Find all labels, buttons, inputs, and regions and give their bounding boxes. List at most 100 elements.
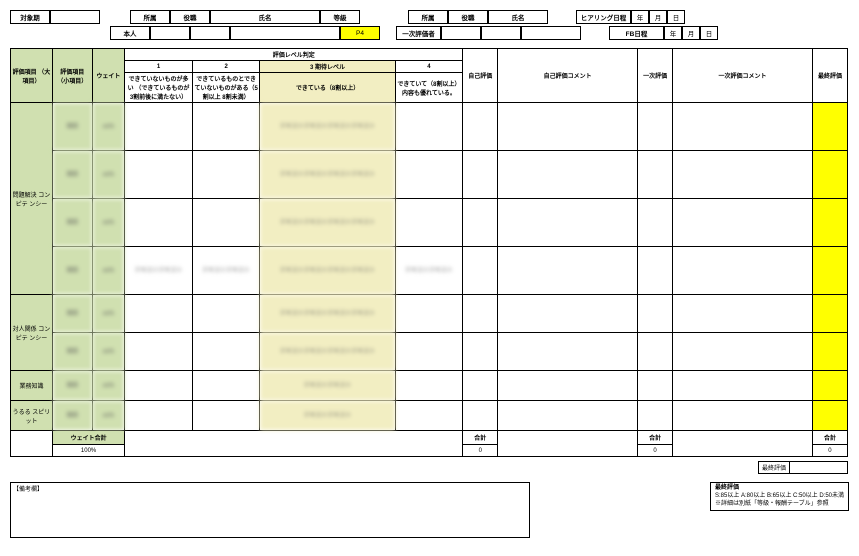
primary-eval-cell[interactable] bbox=[638, 333, 673, 371]
legend-box: 最終評価 S:85以上 A:80以上 B:65以上 C:50以上 D:50未満 … bbox=[710, 482, 849, 511]
level1-cell bbox=[125, 295, 193, 333]
level1-cell bbox=[125, 333, 193, 371]
level-3-header: 3 期待レベル bbox=[260, 61, 395, 73]
self-comment-cell[interactable] bbox=[498, 401, 638, 431]
remarks-box[interactable]: 【備考欄】 bbox=[10, 482, 530, 538]
primary-eval-cell[interactable] bbox=[638, 371, 673, 401]
level3-cell: テキストテキストテキストテキスト bbox=[260, 333, 395, 371]
primary-eval-cell[interactable] bbox=[638, 401, 673, 431]
weight-cell: xx% bbox=[92, 103, 125, 151]
grade-label-left: 等級 bbox=[320, 10, 360, 24]
self-title-value[interactable] bbox=[190, 26, 230, 40]
col-final-eval: 最終評価 bbox=[812, 49, 847, 103]
year-label-2: 年 bbox=[664, 26, 682, 40]
self-eval-cell[interactable] bbox=[463, 151, 498, 199]
primary-dept-value[interactable] bbox=[441, 26, 481, 40]
primary-eval-cell[interactable] bbox=[638, 199, 673, 247]
self-comment-cell[interactable] bbox=[498, 103, 638, 151]
final-eval-box: 最終評価 bbox=[758, 461, 848, 474]
minor-item-cell: 項目 bbox=[52, 295, 92, 333]
final-eval-cell[interactable] bbox=[812, 295, 847, 333]
primary-eval-cell[interactable] bbox=[638, 247, 673, 295]
final-eval-cell[interactable] bbox=[812, 103, 847, 151]
level1-cell bbox=[125, 103, 193, 151]
self-comment-cell[interactable] bbox=[498, 333, 638, 371]
header-row-1: 対象期 所属 役職 氏名 等級 所属 役職 氏名 ヒアリング日程 年 月 日 bbox=[10, 10, 849, 24]
category-1: 問題解決 コンピテ ンシー bbox=[11, 103, 53, 295]
remarks-label: 【備考欄】 bbox=[13, 487, 43, 493]
final-eval-label: 最終評価 bbox=[759, 462, 790, 473]
weight-total-label: ウェイト合計 bbox=[52, 431, 124, 445]
final-sum-label: 合計 bbox=[812, 431, 847, 445]
col-major-item: 評価項目 （大項目） bbox=[11, 49, 53, 103]
level2-cell bbox=[192, 103, 260, 151]
grade-code: P4 bbox=[340, 26, 380, 40]
legend-title: 最終評価 bbox=[715, 485, 844, 493]
level-4-header: 4 bbox=[395, 61, 463, 73]
level2-cell bbox=[192, 371, 260, 401]
name-label-right: 氏名 bbox=[488, 10, 548, 24]
self-eval-cell[interactable] bbox=[463, 199, 498, 247]
final-eval-cell[interactable] bbox=[812, 247, 847, 295]
col-primary-comment: 一次評価コメント bbox=[673, 49, 813, 103]
level-1-desc: できていないものが多い （できているものが3割前後に満たない） bbox=[125, 73, 193, 103]
final-eval-cell[interactable] bbox=[812, 401, 847, 431]
primary-comment-cell[interactable] bbox=[673, 103, 813, 151]
level-3-desc: できている（8割以上） bbox=[260, 73, 395, 103]
level2-cell bbox=[192, 333, 260, 371]
primary-comment-cell[interactable] bbox=[673, 247, 813, 295]
self-dept-value[interactable] bbox=[150, 26, 190, 40]
level1-cell bbox=[125, 401, 193, 431]
self-eval-cell[interactable] bbox=[463, 333, 498, 371]
weight-cell: xx% bbox=[92, 295, 125, 333]
primary-comment-cell[interactable] bbox=[673, 295, 813, 333]
self-comment-cell[interactable] bbox=[498, 295, 638, 333]
self-eval-cell[interactable] bbox=[463, 247, 498, 295]
primary-comment-cell[interactable] bbox=[673, 151, 813, 199]
final-eval-cell[interactable] bbox=[812, 333, 847, 371]
self-comment-cell[interactable] bbox=[498, 151, 638, 199]
level3-cell: テキストテキストテキストテキスト bbox=[260, 199, 395, 247]
primary-eval-cell[interactable] bbox=[638, 151, 673, 199]
self-comment-cell[interactable] bbox=[498, 199, 638, 247]
col-primary-eval: 一次評価 bbox=[638, 49, 673, 103]
level-2-header: 2 bbox=[192, 61, 260, 73]
primary-title-value[interactable] bbox=[481, 26, 521, 40]
fb-date-label: FB日程 bbox=[609, 26, 664, 40]
target-period-value[interactable] bbox=[50, 10, 100, 24]
primary-comment-cell[interactable] bbox=[673, 333, 813, 371]
primary-comment-cell[interactable] bbox=[673, 401, 813, 431]
final-sum-value: 0 bbox=[812, 445, 847, 457]
primary-comment-cell[interactable] bbox=[673, 371, 813, 401]
primary-eval-cell[interactable] bbox=[638, 295, 673, 333]
primary-sum-label: 合計 bbox=[638, 431, 673, 445]
level4-cell bbox=[395, 295, 463, 333]
primary-eval-cell[interactable] bbox=[638, 103, 673, 151]
self-eval-cell[interactable] bbox=[463, 295, 498, 333]
self-label: 本人 bbox=[110, 26, 150, 40]
level1-cell bbox=[125, 199, 193, 247]
primary-name-value[interactable] bbox=[521, 26, 581, 40]
self-comment-cell[interactable] bbox=[498, 247, 638, 295]
self-eval-cell[interactable] bbox=[463, 371, 498, 401]
col-self-comment: 自己評価コメント bbox=[498, 49, 638, 103]
day-label-2: 日 bbox=[700, 26, 718, 40]
month-label-1: 月 bbox=[649, 10, 667, 24]
final-eval-cell[interactable] bbox=[812, 371, 847, 401]
self-sum-label: 合計 bbox=[463, 431, 498, 445]
level4-cell: テキストテキスト bbox=[395, 247, 463, 295]
self-eval-cell[interactable] bbox=[463, 103, 498, 151]
self-name-value[interactable] bbox=[230, 26, 340, 40]
category-3: 業務知識 bbox=[11, 371, 53, 401]
self-comment-cell[interactable] bbox=[498, 371, 638, 401]
level1-cell: テキストテキスト bbox=[125, 247, 193, 295]
target-period-label: 対象期 bbox=[10, 10, 50, 24]
level1-cell bbox=[125, 371, 193, 401]
primary-comment-cell[interactable] bbox=[673, 199, 813, 247]
hearing-date-label: ヒアリング日程 bbox=[576, 10, 631, 24]
final-eval-value[interactable] bbox=[790, 462, 847, 473]
weight-cell: xx% bbox=[92, 371, 125, 401]
final-eval-cell[interactable] bbox=[812, 151, 847, 199]
self-eval-cell[interactable] bbox=[463, 401, 498, 431]
final-eval-cell[interactable] bbox=[812, 199, 847, 247]
